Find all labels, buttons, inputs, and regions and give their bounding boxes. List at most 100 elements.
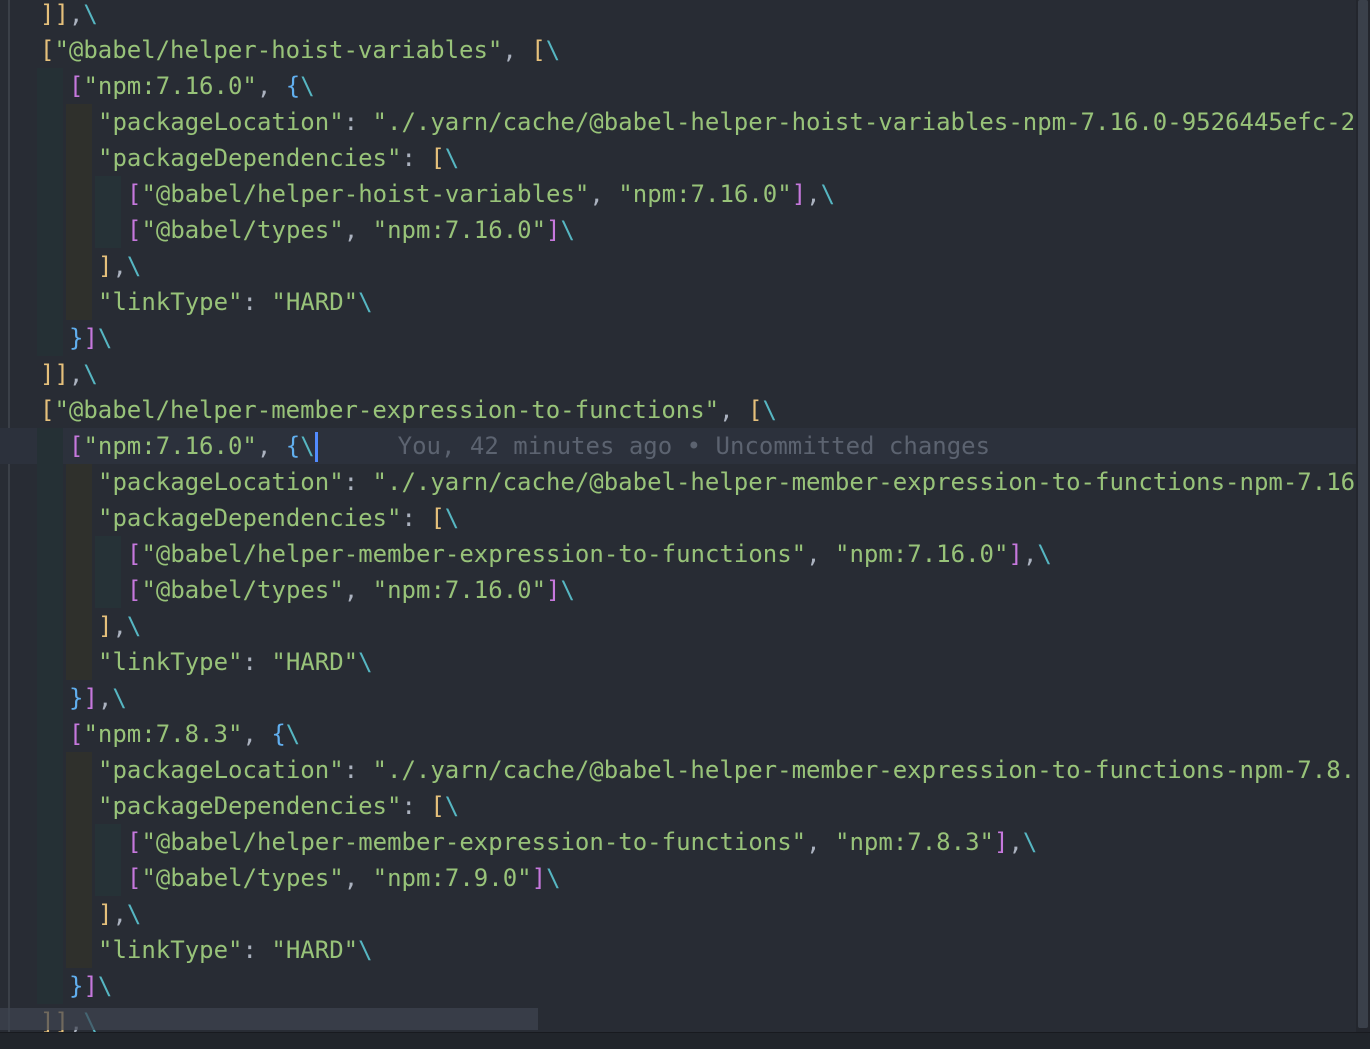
code-token: \ (83, 360, 98, 388)
code-line[interactable]: }]\ (0, 968, 1356, 1004)
code-editor[interactable]: ]],\ ["@babel/helper-hoist-variables", [\… (0, 0, 1370, 1032)
code-text: ],\ (98, 608, 141, 644)
code-token: "packageDependencies" (98, 792, 402, 820)
indent-guide (37, 608, 63, 644)
code-line[interactable]: ["@babel/helper-member-expression-to-fun… (0, 392, 1356, 428)
indent-guide (95, 860, 121, 896)
code-token: [ (40, 36, 55, 64)
code-token: : (242, 648, 272, 676)
code-token: ] (83, 972, 98, 1000)
code-text: }],\ (69, 680, 127, 716)
code-token: ]] (40, 360, 69, 388)
code-token: { (285, 432, 301, 460)
code-token: "packageLocation" (98, 468, 344, 496)
indent-guide (95, 824, 121, 860)
code-token: "npm:7.9.0" (372, 864, 532, 892)
indent-guide (66, 932, 92, 968)
code-line[interactable]: "linkType": "HARD"\ (0, 284, 1356, 320)
code-line[interactable]: }],\ (0, 680, 1356, 716)
code-line[interactable]: "linkType": "HARD"\ (0, 644, 1356, 680)
code-line[interactable]: ]],\ (0, 356, 1356, 392)
code-token: \ (1037, 540, 1052, 568)
code-line[interactable]: "linkType": "HARD"\ (0, 932, 1356, 968)
indent-guide (37, 140, 63, 176)
code-text: "packageDependencies": [\ (98, 500, 459, 536)
code-token: [ (127, 576, 142, 604)
code-line[interactable]: ],\ (0, 608, 1356, 644)
indent-guide (66, 176, 92, 212)
code-token: \ (126, 252, 142, 280)
code-line[interactable]: ["npm:7.8.3", {\ (0, 716, 1356, 752)
code-line[interactable]: ["@babel/helper-member-expression-to-fun… (0, 824, 1356, 860)
code-line[interactable]: ],\ (0, 248, 1356, 284)
code-line[interactable]: "packageLocation": "./.yarn/cache/@babel… (0, 752, 1370, 788)
code-token: "./.yarn/cache/@babel-helper-member-expr… (372, 756, 1370, 784)
code-line[interactable]: ["@babel/types", "npm:7.9.0"]\ (0, 860, 1356, 896)
horizontal-scrollbar-thumb[interactable] (0, 1008, 538, 1030)
code-token: \ (126, 900, 142, 928)
code-line[interactable]: "packageDependencies": [\ (0, 788, 1356, 824)
code-line[interactable]: ],\ (0, 896, 1356, 932)
code-line[interactable]: "packageLocation": "./.yarn/cache/@babel… (0, 104, 1370, 140)
indent-guide (37, 248, 63, 284)
code-token: \ (112, 684, 127, 712)
code-token: ] (98, 252, 113, 280)
code-line[interactable]: ["@babel/helper-member-expression-to-fun… (0, 536, 1356, 572)
code-token: , (343, 216, 373, 244)
code-token: "HARD" (271, 936, 359, 964)
indent-guide (66, 140, 92, 176)
code-text: "linkType": "HARD"\ (98, 644, 373, 680)
code-token: [ (69, 72, 84, 100)
indent-guide (37, 932, 63, 968)
code-token: "linkType" (98, 288, 243, 316)
code-token: \ (444, 504, 460, 532)
code-text: "linkType": "HARD"\ (98, 932, 373, 968)
code-token: , (256, 72, 286, 100)
indent-guide (37, 428, 63, 464)
code-token: ] (546, 216, 561, 244)
indent-guide (37, 320, 63, 356)
code-token: [ (127, 540, 142, 568)
code-line[interactable]: ["@babel/helper-hoist-variables", [\ (0, 32, 1356, 68)
indent-guide (37, 212, 63, 248)
code-line[interactable]: ["npm:7.16.0", {\ (0, 68, 1356, 104)
code-text: ["npm:7.16.0", {\ (69, 68, 315, 104)
code-token: \ (1022, 828, 1038, 856)
code-token: ] (546, 576, 561, 604)
code-token: { (271, 720, 286, 748)
code-text: ]],\ (40, 0, 98, 32)
code-token: "@babel/helper-member-expression-to-func… (141, 540, 807, 568)
code-token: "HARD" (271, 648, 359, 676)
code-token: \ (444, 792, 460, 820)
code-line[interactable]: "packageDependencies": [\ (0, 500, 1356, 536)
code-line[interactable]: ]],\ (0, 0, 1356, 32)
code-token: \ (358, 936, 373, 964)
code-text: ["@babel/types", "npm:7.16.0"]\ (127, 212, 575, 248)
code-text: ["@babel/helper-member-expression-to-fun… (127, 824, 1037, 860)
code-token: "packageDependencies" (98, 504, 402, 532)
code-line[interactable]: "packageDependencies": [\ (0, 140, 1356, 176)
code-line[interactable]: ["@babel/types", "npm:7.16.0"]\ (0, 212, 1356, 248)
code-token: \ (762, 396, 777, 424)
code-line[interactable]: ["@babel/types", "npm:7.16.0"]\ (0, 572, 1356, 608)
code-token: \ (546, 864, 561, 892)
code-line[interactable]: "packageLocation": "./.yarn/cache/@babel… (0, 464, 1370, 500)
code-token: \ (820, 180, 836, 208)
code-token: ] (83, 684, 98, 712)
git-blame-annotation: You, 42 minutes ago • Uncommitted change… (397, 432, 991, 460)
code-line[interactable]: ["npm:7.16.0", {\ You, 42 minutes ago • U… (0, 428, 1356, 464)
indent-guide (37, 572, 63, 608)
code-token: , (502, 36, 532, 64)
code-text: "packageLocation": "./.yarn/cache/@babel… (98, 752, 1370, 788)
code-line[interactable]: }]\ (0, 320, 1356, 356)
code-token: { (285, 72, 301, 100)
vertical-scrollbar[interactable] (1356, 0, 1370, 1032)
code-token: "npm:7.16.0" (835, 540, 1009, 568)
code-token: "npm:7.16.0" (372, 576, 547, 604)
indent-guide (37, 752, 63, 788)
code-token: \ (126, 612, 142, 640)
vertical-scrollbar-thumb[interactable] (1358, 0, 1368, 1028)
code-token: , (806, 828, 836, 856)
code-line[interactable]: ["@babel/helper-hoist-variables", "npm:7… (0, 176, 1356, 212)
indent-guide (37, 68, 63, 104)
